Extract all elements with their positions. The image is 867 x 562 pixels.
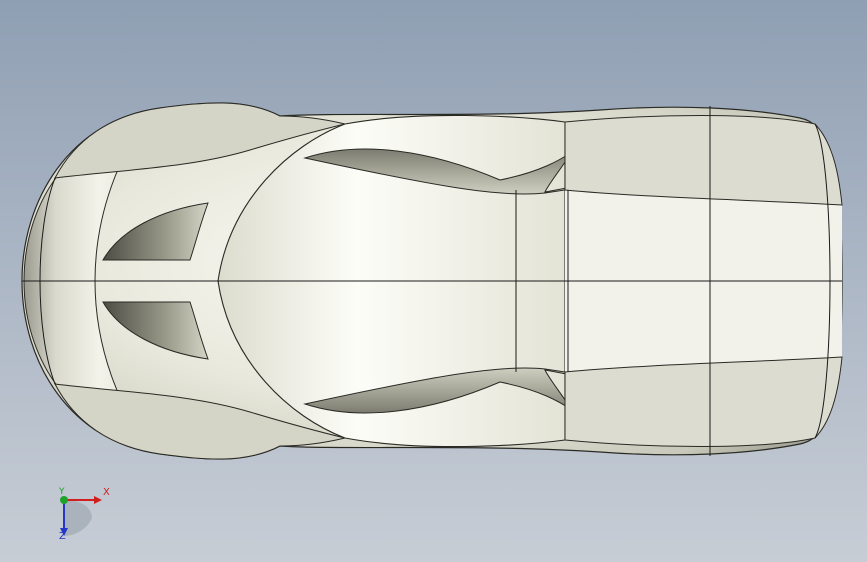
axis-y-label: Y xyxy=(59,487,65,497)
rear-panel-lower xyxy=(564,356,843,447)
rear-panel-upper xyxy=(564,115,843,206)
coordinate-triad: X Y Z xyxy=(40,478,120,548)
axis-x-label: X xyxy=(103,487,110,498)
car-body-model[interactable] xyxy=(0,0,867,562)
axis-z-label: Z xyxy=(59,531,66,542)
graphics-viewport[interactable]: X Y Z xyxy=(0,0,867,562)
